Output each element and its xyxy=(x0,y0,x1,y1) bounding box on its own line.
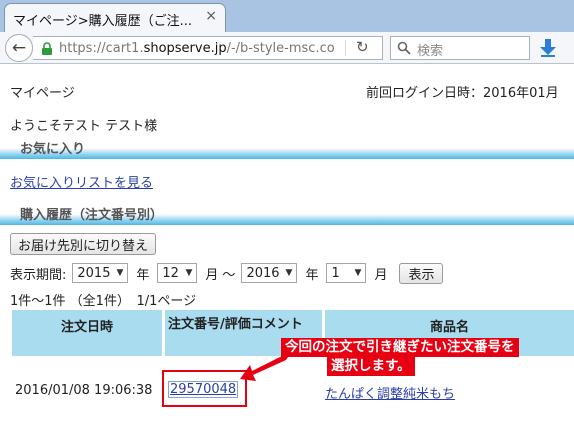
month-unit-label: 月 xyxy=(205,267,219,283)
last-login-text: 前回ログイン日時：2016年01月 xyxy=(366,86,559,101)
dropdown-arrow-icon: ▼ xyxy=(354,268,362,278)
from-month-value: 12 xyxy=(162,265,179,281)
range-tilde: ～ xyxy=(222,267,236,283)
instruction-callout: 今回の注文で引き継ぎたい注文番号を 選択します。 xyxy=(281,338,571,376)
year-unit-label: 年 xyxy=(305,267,319,283)
tab-title: マイページ>購入履歴（ご注... xyxy=(13,14,193,29)
back-button[interactable]: ← xyxy=(5,34,33,62)
lock-icon xyxy=(42,42,52,55)
show-button[interactable]: 表示 xyxy=(399,262,444,284)
purchase-history-section-header: 購入履歴（注文番号別） xyxy=(0,203,574,225)
tab-bar: マイページ>購入履歴（ご注... × xyxy=(0,0,574,32)
address-bar[interactable]: https://cart1.shopserve.jp/-/b-style-msc… xyxy=(33,36,383,60)
close-tab-icon[interactable]: × xyxy=(205,8,217,24)
order-date-cell: 2016/01/08 19:06:38 xyxy=(15,383,153,398)
period-filter: 表示期間: 2015 ▼ 年 12 ▼ 月 ～ 2016 ▼ 年 1 ▼ 月 表… xyxy=(10,262,444,284)
to-year-select[interactable]: 2016 ▼ xyxy=(241,263,298,283)
month-unit-label: 月 xyxy=(374,267,388,283)
favorites-section-title: お気に入り xyxy=(20,142,86,157)
welcome-text: ようこそテスト テスト様 xyxy=(10,119,158,134)
from-year-value: 2015 xyxy=(77,265,111,281)
callout-line-1: 今回の注文で引き継ぎたい注文番号を xyxy=(281,338,519,357)
download-icon[interactable] xyxy=(540,39,556,57)
dropdown-arrow-icon: ▼ xyxy=(185,268,193,278)
switch-to-destination-button[interactable]: お届け先別に切り替え xyxy=(10,233,157,255)
url-text: https://cart1.shopserve.jp/-/b-style-msc… xyxy=(59,41,334,56)
reload-icon[interactable]: ↻ xyxy=(356,38,369,56)
callout-line-2: 選択します。 xyxy=(327,357,415,376)
from-month-select[interactable]: 12 ▼ xyxy=(157,263,198,283)
from-year-select[interactable]: 2015 ▼ xyxy=(72,263,129,283)
favorites-section-header: お気に入り xyxy=(0,137,574,159)
purchase-history-section-title: 購入履歴（注文番号別） xyxy=(20,208,164,223)
dropdown-arrow-icon: ▼ xyxy=(116,268,124,278)
page-title: マイページ xyxy=(10,86,75,101)
to-month-value: 1 xyxy=(331,265,340,281)
to-year-value: 2016 xyxy=(246,265,280,281)
favorites-list-link[interactable]: お気に入りリストを見る xyxy=(10,172,153,191)
search-box[interactable]: 検索 xyxy=(390,36,530,60)
browser-tab[interactable]: マイページ>購入履歴（ご注... × xyxy=(4,3,226,32)
search-icon xyxy=(397,41,411,55)
year-unit-label: 年 xyxy=(136,267,150,283)
dropdown-arrow-icon: ▼ xyxy=(285,268,293,278)
result-count: 1件～1件 （全1件） 1/1ページ xyxy=(10,294,197,309)
to-month-select[interactable]: 1 ▼ xyxy=(326,263,367,283)
order-number-link[interactable]: 29570048 xyxy=(168,381,239,398)
product-name-link[interactable]: たんぱく調整純米もち xyxy=(325,383,455,402)
column-header-date: 注文日時 xyxy=(12,310,162,356)
url-separator xyxy=(345,40,346,56)
search-placeholder: 検索 xyxy=(417,44,444,59)
back-arrow-icon: ← xyxy=(11,38,27,58)
period-label: 表示期間: xyxy=(10,267,67,283)
navigation-toolbar: ← https://cart1.shopserve.jp/-/b-style-m… xyxy=(0,32,574,64)
